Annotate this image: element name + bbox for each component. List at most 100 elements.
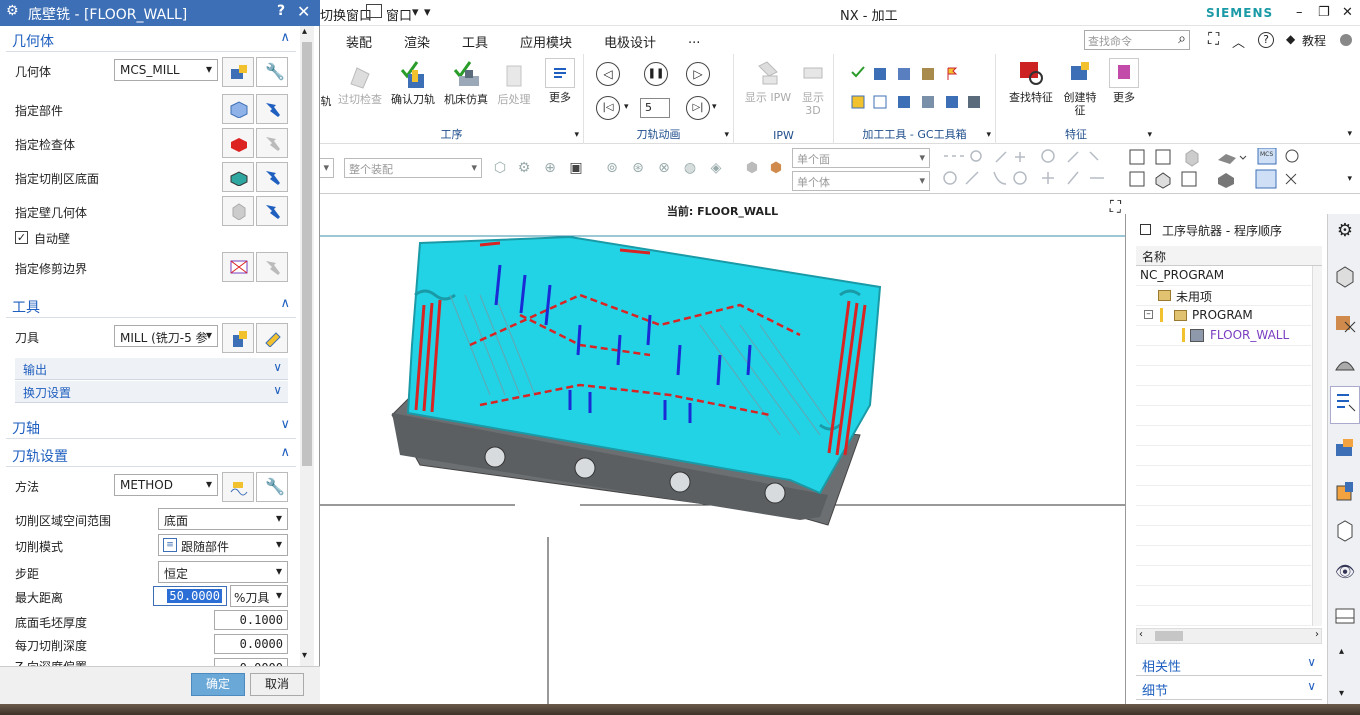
collapse-icon[interactable]: – xyxy=(1144,310,1153,319)
machine-sim-button[interactable]: 机床仿真 xyxy=(440,60,492,106)
select-check-button[interactable] xyxy=(222,128,254,158)
select-wall-button[interactable] xyxy=(222,196,254,226)
roles-icon[interactable] xyxy=(1333,604,1357,628)
snap-icon[interactable]: ⚙ xyxy=(516,160,532,176)
step-back-icon[interactable]: |◁ xyxy=(596,96,620,120)
ok-button[interactable]: 确定 xyxy=(191,673,245,696)
tab-more[interactable]: ... xyxy=(688,32,700,47)
subsection-tool-change[interactable]: 换刀设置 ∨ xyxy=(15,381,288,403)
gc-tools-icons[interactable] xyxy=(850,66,990,118)
collapse-ribbon-icon[interactable]: ︿ xyxy=(1232,32,1245,51)
chevron-down-icon[interactable]: ∨ xyxy=(273,383,282,397)
restore-icon[interactable]: ❐ xyxy=(1318,5,1330,20)
create-feature-button[interactable]: 创建特征 xyxy=(1060,58,1100,117)
minimize-icon[interactable]: – xyxy=(1296,5,1303,20)
list-item-program[interactable]: – PROGRAM xyxy=(1136,306,1311,326)
graphics-viewport[interactable]: 当前: FLOOR_WALL ⛶ xyxy=(320,195,1125,704)
stepover-select[interactable]: 恒定 xyxy=(158,561,288,583)
group-expand-icon[interactable]: ▾ xyxy=(574,130,579,140)
rewind-icon[interactable]: ◁ xyxy=(596,62,620,86)
dialog-scrollbar[interactable]: ▴ ▾ xyxy=(300,26,314,666)
display-part-button[interactable] xyxy=(256,94,288,124)
chevron-up-icon[interactable]: ∧ xyxy=(280,296,290,311)
chevron-down-icon[interactable]: ∨ xyxy=(1307,679,1316,693)
help-icon[interactable]: ? xyxy=(277,3,285,19)
pause-icon[interactable]: ❚❚ xyxy=(644,62,668,86)
tab-render[interactable]: 渲染 xyxy=(404,32,430,51)
body-rule-combo[interactable]: 单个体 xyxy=(792,171,930,191)
max-distance-input[interactable]: 50.0000 xyxy=(153,586,227,606)
play-icon[interactable]: ▷ xyxy=(686,62,710,86)
find-feature-button[interactable]: 查找特征 xyxy=(1004,58,1058,104)
part-model-view[interactable] xyxy=(320,195,1125,704)
help-icon[interactable]: ? xyxy=(1258,32,1274,48)
group-expand-icon[interactable]: ▾ xyxy=(724,130,729,140)
point-icon[interactable]: ⊚ xyxy=(604,160,620,176)
group-expand-icon[interactable]: ▾ xyxy=(986,130,991,140)
constraint-navigator-icon[interactable] xyxy=(1333,352,1357,376)
section-path-settings[interactable]: 刀轨设置 ∧ xyxy=(6,443,296,467)
tool-library-icon[interactable] xyxy=(1333,480,1357,504)
chevron-down-icon[interactable]: ∨ xyxy=(1307,655,1316,669)
view-toolbar-icons[interactable]: MCS xyxy=(1126,148,1320,190)
filter-combo[interactable] xyxy=(320,158,334,178)
cancel-button[interactable]: 取消 xyxy=(250,673,304,696)
generate-path-button[interactable]: 轨 xyxy=(320,62,332,108)
auto-wall-checkbox[interactable]: ✓ xyxy=(15,231,28,244)
switch-window-menu[interactable]: 切换窗口 xyxy=(320,5,372,24)
gear-icon[interactable]: ⚙ xyxy=(1333,220,1357,244)
machine-navigator-icon[interactable] xyxy=(1333,436,1357,460)
component-icon[interactable]: ⬢ xyxy=(744,160,760,176)
confirm-path-button[interactable]: 确认刀轨 xyxy=(388,60,438,106)
display-wall-button[interactable] xyxy=(256,196,288,226)
toolbar-options-icon[interactable]: ▾ xyxy=(1347,174,1352,184)
scroll-right-icon[interactable]: › xyxy=(1315,629,1319,640)
group-expand-icon[interactable]: ▾ xyxy=(1147,130,1152,140)
list-item-floor-wall[interactable]: FLOOR_WALL xyxy=(1136,326,1311,346)
chevron-down-icon[interactable]: ∨ xyxy=(273,360,282,374)
scroll-down-icon[interactable]: ▾ xyxy=(302,650,307,661)
subsection-output[interactable]: 输出 ∨ xyxy=(15,358,288,380)
navigator-hscroll[interactable]: ‹ › xyxy=(1136,628,1322,644)
chevron-up-icon[interactable]: ∧ xyxy=(280,30,290,45)
filter-icon[interactable]: ⊕ xyxy=(542,160,558,176)
more-feature-button[interactable]: 更多 xyxy=(1104,58,1144,104)
section-tool-axis[interactable]: 刀轴 ∨ xyxy=(6,415,296,439)
body-icon[interactable]: ◈ xyxy=(708,160,724,176)
edge-icon[interactable]: ⊗ xyxy=(656,160,672,176)
navigator-pin-icon[interactable] xyxy=(1140,224,1151,235)
select-part-button[interactable] xyxy=(222,94,254,124)
more-operation-button[interactable]: 更多 xyxy=(540,58,580,104)
select-mode-icon[interactable]: ▣ xyxy=(568,160,584,176)
ribbon-options-icon[interactable]: ▾ xyxy=(1347,129,1352,139)
list-item-unused[interactable]: 未用项 xyxy=(1136,286,1311,306)
geometry-select[interactable]: MCS_MILL xyxy=(114,59,218,81)
gear-icon[interactable]: ⚙ xyxy=(6,3,19,19)
display-check-button[interactable] xyxy=(256,128,288,158)
show-ipw-button[interactable]: 显示 IPW xyxy=(740,58,796,104)
customize-dropdown-icon[interactable]: ▾ xyxy=(424,5,431,20)
scroll-down-icon[interactable]: ▾ xyxy=(1339,688,1344,699)
step-forward-dropdown-icon[interactable]: ▾ xyxy=(712,102,717,112)
overcut-check-button[interactable]: 过切检查 xyxy=(336,60,384,106)
chevron-down-icon[interactable]: ∨ xyxy=(280,417,290,432)
navigator-vscroll[interactable] xyxy=(1312,266,1322,626)
details-panel-header[interactable]: 细节 ∨ xyxy=(1136,678,1322,700)
face-rule-combo[interactable]: 单个面 xyxy=(792,148,930,168)
part-icon[interactable]: ⬢ xyxy=(768,160,784,176)
show-3d-button[interactable]: 显示 3D xyxy=(798,58,828,117)
tool-select[interactable]: MILL (铣刀-5 参 xyxy=(114,325,218,347)
method-select[interactable]: METHOD xyxy=(114,474,218,496)
assembly-navigator-icon[interactable] xyxy=(1333,310,1357,334)
depth-per-cut-input[interactable]: 0.0000 xyxy=(214,634,288,654)
snap-point-icons[interactable] xyxy=(940,148,1110,190)
search-icon[interactable]: ⌕ xyxy=(1178,31,1186,47)
visibility-eye-icon[interactable]: 👁 xyxy=(1333,562,1357,586)
new-geometry-button[interactable] xyxy=(222,57,254,87)
tab-assembly[interactable]: 装配 xyxy=(346,32,372,51)
edit-method-button[interactable]: 🔧 xyxy=(256,472,288,502)
z-offset-input[interactable]: 0.0000 xyxy=(214,658,288,666)
tab-electrode-design[interactable]: 电极设计 xyxy=(604,32,656,51)
scroll-thumb[interactable] xyxy=(302,42,312,466)
scroll-up-icon[interactable]: ▴ xyxy=(1339,646,1344,657)
